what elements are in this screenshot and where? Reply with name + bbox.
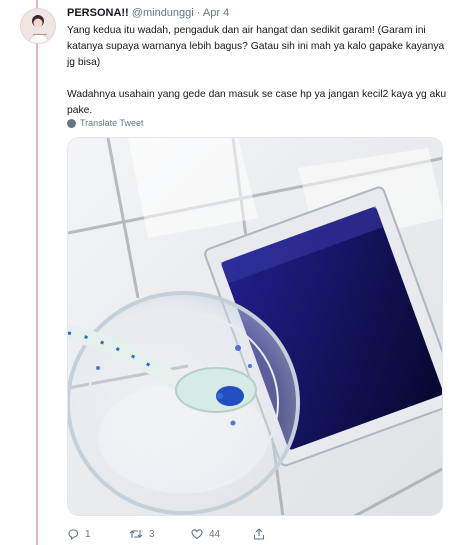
tweet-paragraph-2: Wadahnya usahain yang gede dan masuk se …	[67, 89, 447, 116]
retweet-icon	[129, 528, 143, 540]
retweet-count: 3	[149, 528, 155, 540]
share-button[interactable]	[253, 528, 265, 540]
tweet-actions: 1 3 44	[67, 526, 367, 542]
tweet-date[interactable]: Apr 4	[203, 7, 229, 19]
tweet-header: PERSONA!! @mindunggi · Apr 4	[67, 7, 229, 19]
translate-label: Translate Tweet	[80, 118, 144, 128]
globe-icon	[67, 118, 76, 128]
user-handle[interactable]: @mindunggi	[132, 7, 194, 19]
tweet-photo[interactable]	[67, 137, 443, 516]
heart-icon	[191, 528, 203, 540]
share-icon	[253, 528, 265, 540]
tweet-page: PERSONA!! @mindunggi · Apr 4 Yang kedua …	[0, 0, 467, 545]
tweet-paragraph-1: Yang kedua itu wadah, pengaduk dan air h…	[67, 25, 445, 68]
thread-line	[36, 0, 38, 545]
translate-tweet-link[interactable]: Translate Tweet	[67, 118, 144, 128]
like-count: 44	[209, 528, 221, 540]
display-name[interactable]: PERSONA!!	[67, 7, 129, 19]
like-button[interactable]: 44	[191, 528, 253, 540]
retweet-button[interactable]: 3	[129, 528, 191, 540]
reply-count: 1	[85, 528, 91, 540]
separator: ·	[196, 7, 201, 19]
avatar[interactable]	[20, 8, 56, 44]
reply-icon	[67, 528, 79, 540]
reply-button[interactable]: 1	[67, 528, 129, 540]
